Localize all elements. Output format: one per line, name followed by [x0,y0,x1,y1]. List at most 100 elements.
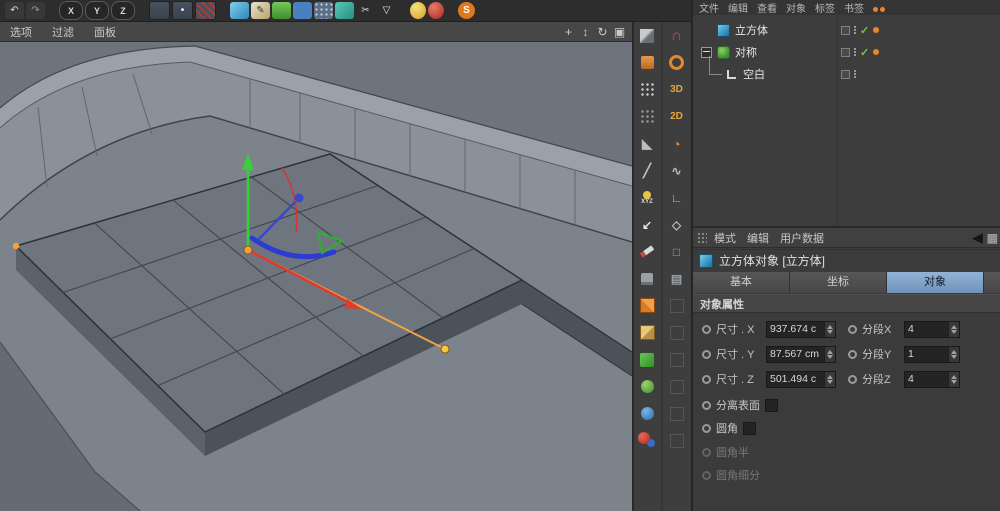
material-spheres-icon[interactable] [634,427,660,454]
maximize-view-icon[interactable]: ▣ [611,23,628,40]
am-menu-mode[interactable]: 模式 [714,230,736,246]
array-icon[interactable] [293,2,312,19]
snap-extra-icon[interactable] [663,373,690,400]
viewport-3d[interactable] [0,42,632,511]
render-view-icon[interactable] [149,1,170,20]
layer-box-icon[interactable] [841,70,850,79]
field-value[interactable]: 1 [905,348,948,360]
object-name[interactable]: 立方体 [735,22,768,38]
primitive-cube-icon[interactable] [230,2,249,19]
fillet-checkbox[interactable] [743,422,756,435]
y-axis-lock-button[interactable]: Y [85,1,109,20]
snap-extra-icon[interactable] [663,319,690,346]
zoom-view-icon[interactable]: ↕ [577,23,594,40]
menu-options[interactable]: 选项 [0,24,42,40]
keyframe-circle-icon[interactable] [702,350,711,359]
keyframe-circle-icon[interactable] [848,350,857,359]
workplane-icon[interactable]: ◇ [663,211,690,238]
size-z-field[interactable]: 501.494 c [766,371,836,388]
object-row-cube[interactable]: 立方体 ✓ [693,19,1000,41]
am-menu-userdata[interactable]: 用户数据 [780,230,824,246]
enable-check-icon[interactable]: ✓ [860,46,869,59]
menu-panel[interactable]: 面板 [84,24,126,40]
material-icon[interactable] [428,2,444,19]
plugin-tool-icon[interactable] [634,49,660,76]
gizmo-origin-point[interactable] [244,246,252,254]
knife-icon[interactable]: ✂ [356,2,375,19]
palette-dot-icon[interactable] [880,7,885,12]
layer-box-icon[interactable] [841,26,850,35]
layer-box-icon[interactable] [841,48,850,57]
move-tool-icon[interactable]: ↙ [634,211,660,238]
magnet-snap-icon[interactable]: ∩ [663,22,690,49]
tab-phong[interactable]: 平滑着色 [984,272,1000,293]
line-cut-icon[interactable]: ╱ [634,157,660,184]
back-arrow-icon[interactable]: ◀ [973,230,983,246]
brush-tool-icon[interactable] [634,238,660,265]
tab-coordinates[interactable]: 坐标 [790,272,887,293]
edges-grid-icon[interactable] [634,103,660,130]
z-axis-lock-button[interactable]: Z [111,1,135,20]
keyframe-circle-icon[interactable] [848,325,857,334]
spinner[interactable] [824,347,835,362]
field-value[interactable]: 87.567 cm [767,348,824,360]
snap-ring-icon[interactable] [663,49,690,76]
sphere-arrow-icon[interactable] [634,373,660,400]
subdivision-surface-icon[interactable] [272,2,291,19]
tab-basic[interactable]: 基本 [693,272,790,293]
cube-pair-icon[interactable] [634,319,660,346]
spinner[interactable] [824,372,835,387]
object-row-null[interactable]: 空白 [693,63,1000,85]
menu-filter[interactable]: 过滤 [42,24,84,40]
om-menu-view[interactable]: 查看 [757,0,777,15]
field-value[interactable]: 937.674 c [767,323,824,335]
snap-extra-icon[interactable] [663,400,690,427]
size-x-field[interactable]: 937.674 c [766,321,836,338]
blue-spheres-icon[interactable] [634,400,660,427]
tab-object[interactable]: 对象 [887,272,984,293]
segments-z-field[interactable]: 4 [904,371,960,388]
cube-object-icon[interactable] [717,24,730,37]
axis-xyz-icon[interactable]: XYZ [634,184,660,211]
points-grid-icon[interactable] [634,76,660,103]
object-row-symmetry[interactable]: 对称 ✓ [693,41,1000,63]
redo-icon[interactable]: ↷ [26,2,45,19]
spline-pen-icon[interactable]: ✎ [251,2,270,19]
tag-dot-icon[interactable] [873,49,879,55]
spinner[interactable] [948,347,959,362]
om-menu-file[interactable]: 文件 [699,0,719,15]
visibility-dots-icon[interactable] [854,70,856,72]
enable-check-icon[interactable]: ✓ [860,24,869,37]
om-menu-tags[interactable]: 标签 [815,0,835,15]
segments-x-field[interactable]: 4 [904,321,960,338]
separate-surfaces-checkbox[interactable] [765,399,778,412]
x-axis-lock-button[interactable]: X [59,1,83,20]
grid-array-icon[interactable] [314,2,333,19]
palette-dot-icon[interactable] [873,7,878,12]
planar-workplane-icon[interactable]: ▤ [663,265,690,292]
keyframe-circle-icon[interactable] [848,375,857,384]
keyframe-circle-icon[interactable] [702,424,711,433]
cone-icon[interactable]: ▽ [377,2,396,19]
segments-y-field[interactable]: 1 [904,346,960,363]
field-value[interactable]: 501.494 c [767,373,824,385]
keyframe-circle-icon[interactable] [702,401,711,410]
snap-extra-icon[interactable] [663,292,690,319]
light-icon[interactable] [410,2,426,19]
grip-icon[interactable] [697,232,707,244]
guide-snap-icon[interactable]: ∟ [663,184,690,211]
corner-selection-point[interactable] [13,243,19,249]
rotate-view-icon[interactable]: ↻ [594,23,611,40]
deformer-icon[interactable] [335,2,354,19]
render-picture-viewer-icon[interactable]: • [172,1,193,20]
snap-2d-icon[interactable]: 2D [663,103,690,130]
s-logo-icon[interactable]: S [458,2,475,19]
timer-icon[interactable]: ◔ [663,130,690,157]
x-scale-handle[interactable] [441,345,449,353]
snap-extra-icon[interactable] [663,346,690,373]
spinner[interactable] [948,372,959,387]
undo-icon[interactable]: ↶ [5,2,24,19]
object-name[interactable]: 空白 [743,66,765,82]
spline-snap-icon[interactable]: ∿ [663,157,690,184]
keyframe-circle-icon[interactable] [702,375,711,384]
